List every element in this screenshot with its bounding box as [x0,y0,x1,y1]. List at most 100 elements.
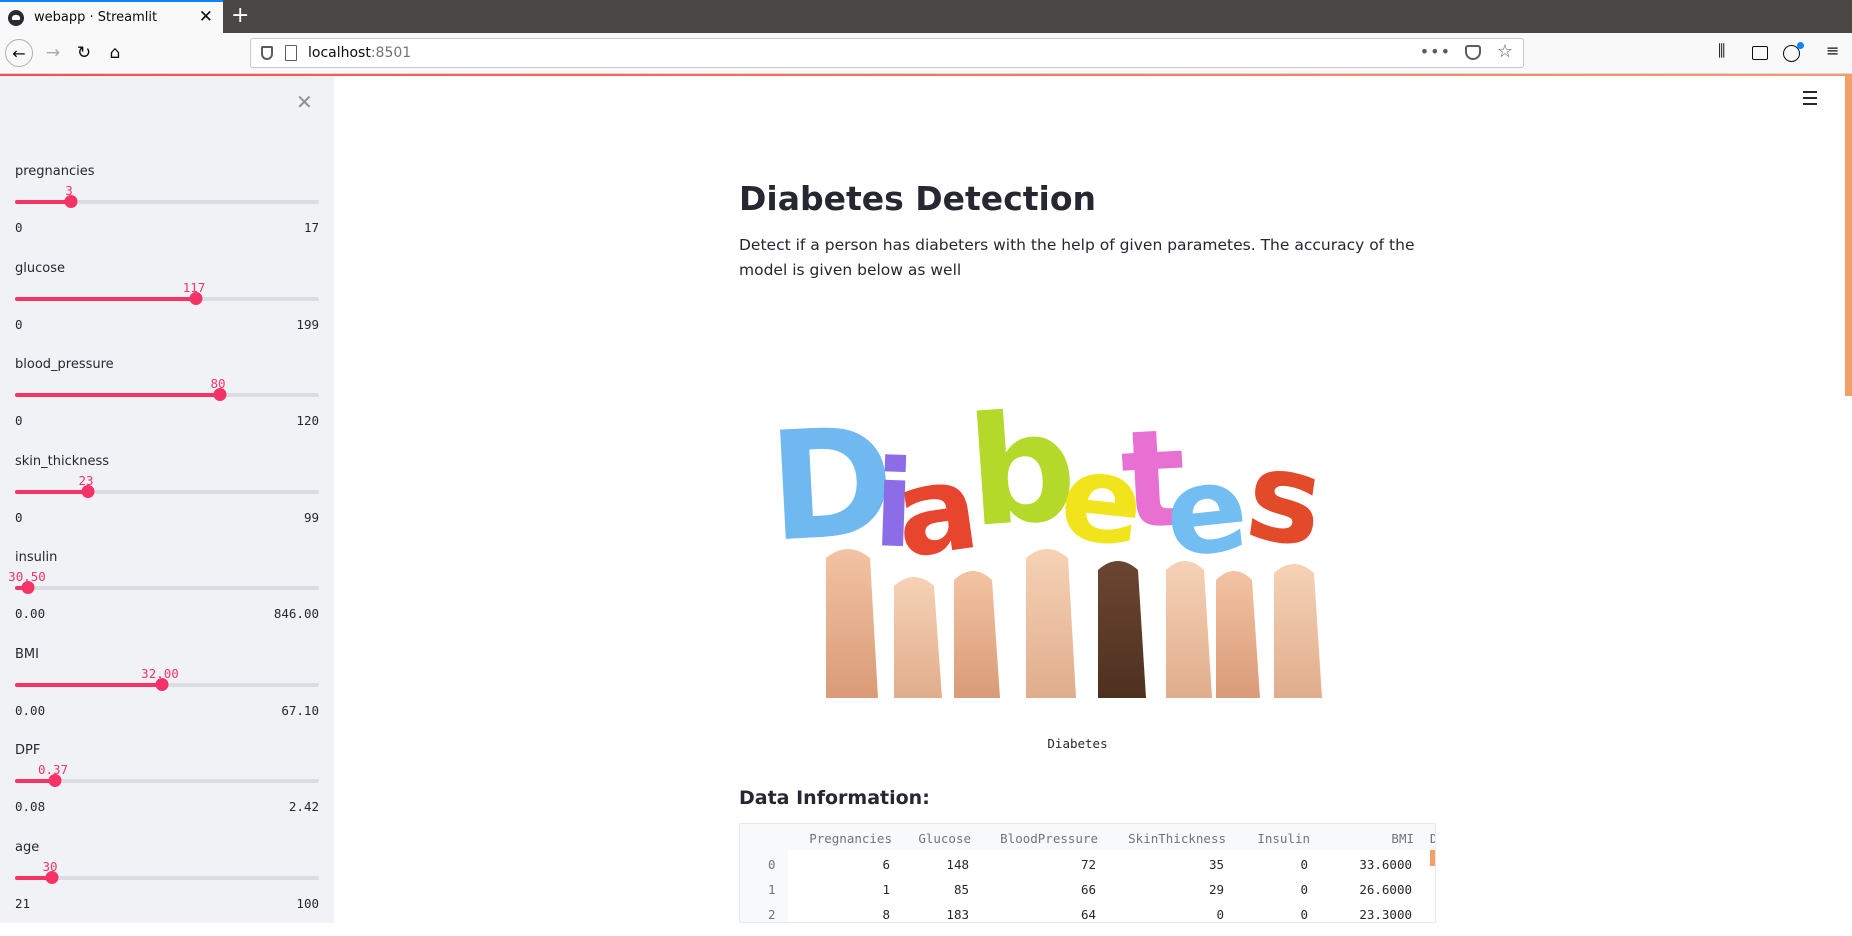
table-cell[interactable]: 29 [1209,882,1224,897]
slider-label: blood_pressure [15,357,114,372]
slider-fill [15,489,86,494]
column-header[interactable]: BloodPressure [1000,831,1098,846]
table-cell[interactable]: 66 [1081,882,1096,897]
slider-track[interactable] [15,200,319,204]
slider-insulin[interactable]: insulin 30.50 0.00 846.00 [8,550,319,646]
slider-track[interactable] [15,296,319,301]
table-cell[interactable]: 64 [1081,907,1096,922]
slider-thumb[interactable] [48,774,62,787]
bookmark-star-icon[interactable]: ☆ [1497,41,1513,62]
table-cell[interactable]: 26.6000 [1359,882,1412,897]
tracking-shield-icon[interactable] [261,46,273,60]
slider-track[interactable] [15,393,319,397]
slider-thumb[interactable] [213,388,227,401]
column-header[interactable]: Diab [1430,831,1435,846]
page-scrollbar[interactable] [1845,76,1852,396]
slider-thumb[interactable] [21,581,35,594]
tab-title: webapp · Streamlit [34,10,158,25]
table-cell[interactable]: 8 [882,907,890,922]
slider-blood-pressure[interactable]: blood_pressure 80 0 120 [15,357,319,453]
slider-pregnancies[interactable]: pregnancies 3 0 17 [15,164,319,260]
page-description: Detect if a person has diabeters with th… [739,236,1415,279]
back-arrow-icon[interactable]: ← [5,39,33,67]
home-icon[interactable]: ⌂ [102,40,128,66]
slider-label: insulin [15,550,58,565]
library-icon[interactable]: ⫼ [1718,41,1725,61]
sidebar-toggle-icon[interactable] [1752,46,1768,60]
table-cell[interactable]: 0 [1300,882,1308,897]
slider-track[interactable] [15,489,319,494]
slider-thumb[interactable] [155,677,169,691]
table-cell[interactable]: 148 [946,857,969,872]
url-bar[interactable]: localhost:8501 ••• ☆ [250,38,1524,68]
hand-arm-2 [894,577,942,698]
slider-thumb[interactable] [189,291,203,305]
slider-label: BMI [15,646,39,662]
browser-tab[interactable]: webapp · Streamlit ✕ [0,0,223,33]
slider-min: 0.00 [15,606,46,621]
hand-arm-4 [1026,549,1076,698]
hamburger-menu-icon[interactable] [1803,91,1819,105]
slider-track[interactable] [15,875,319,880]
reload-icon[interactable]: ↻ [71,40,97,66]
slider-max: 99 [303,509,319,525]
slider-thumb[interactable] [64,195,78,208]
row-index: 0 [768,857,776,872]
slider-age[interactable]: age 30 21 100 [15,840,319,936]
table-cell[interactable]: 0 [1300,857,1308,872]
page-actions-icon[interactable]: ••• [1420,42,1451,61]
close-icon[interactable]: ✕ [296,92,313,112]
column-header[interactable]: Glucose [918,831,971,846]
table-cell[interactable]: 183 [946,907,969,922]
url-text[interactable]: localhost:8501 [308,45,411,61]
slider-label: glucose [15,260,65,276]
new-tab-icon[interactable]: + [231,4,249,28]
table-cell[interactable]: 85 [954,882,969,897]
data-table[interactable]: Pregnancies Glucose BloodPressure SkinThick… [739,823,1436,923]
forward-arrow-icon[interactable]: → [40,40,66,66]
slider-max: 2.42 [288,799,319,814]
slider-max: 100 [296,895,319,911]
slider-min: 0 [15,316,23,332]
slider-min: 0 [15,509,23,525]
page-info-icon[interactable] [285,45,297,61]
browser-tab-bar: webapp · Streamlit ✕ + [0,0,1852,33]
table-cell[interactable]: 0 [1300,907,1308,922]
browser-menu-icon[interactable]: ≡ [1826,41,1839,60]
table-cell[interactable]: 1 [882,882,890,897]
slider-label: DPF [15,743,41,758]
column-header[interactable]: BMI [1391,831,1414,846]
table-cell[interactable]: 6 [882,857,890,872]
column-header[interactable]: SkinThickness [1128,831,1226,846]
slider-min: 0 [15,413,23,428]
tab-close-icon[interactable]: ✕ [199,9,213,26]
slider-label: age [15,839,40,855]
row-index: 2 [768,907,776,922]
diabetes-hero-image: Diabetes [772,408,1332,698]
slider-thumb[interactable] [81,484,95,498]
slider-thumb[interactable] [45,870,59,884]
slider-skin-thickness[interactable]: skin_thickness 23 0 99 [15,454,319,550]
slider-glucose[interactable]: glucose 117 0 199 [15,261,319,357]
table-cell[interactable]: 23.3000 [1359,907,1412,922]
slider-fill [15,779,53,783]
streamlit-favicon-icon [8,9,24,26]
column-header[interactable]: Pregnancies [809,831,892,846]
slider-max: 67.10 [281,702,319,718]
table-cell[interactable]: 33.6000 [1359,857,1412,872]
slider-fill [15,200,69,204]
column-header[interactable]: Insulin [1257,831,1310,846]
pocket-icon[interactable] [1465,45,1481,60]
table-cell[interactable]: 0 [1216,907,1224,922]
image-caption: Diabetes [1047,736,1108,751]
hand-arm-3 [954,571,1000,698]
slider-bmi[interactable]: BMI 32.00 0.00 67.10 [15,647,319,743]
table-scrollbar[interactable] [1430,850,1435,866]
main-content: Diabetes Detection Detect if a person ha… [334,76,1852,923]
slider-track[interactable] [15,586,319,590]
account-notification-dot [1797,42,1804,49]
sidebar: ✕ pregnancies 3 0 17 glucose 117 0 199 blood_pre… [0,76,334,923]
table-cell[interactable]: 35 [1209,857,1224,872]
table-cell[interactable]: 72 [1081,857,1096,872]
slider-dpf[interactable]: DPF 0.37 0.08 2.42 [15,743,319,839]
